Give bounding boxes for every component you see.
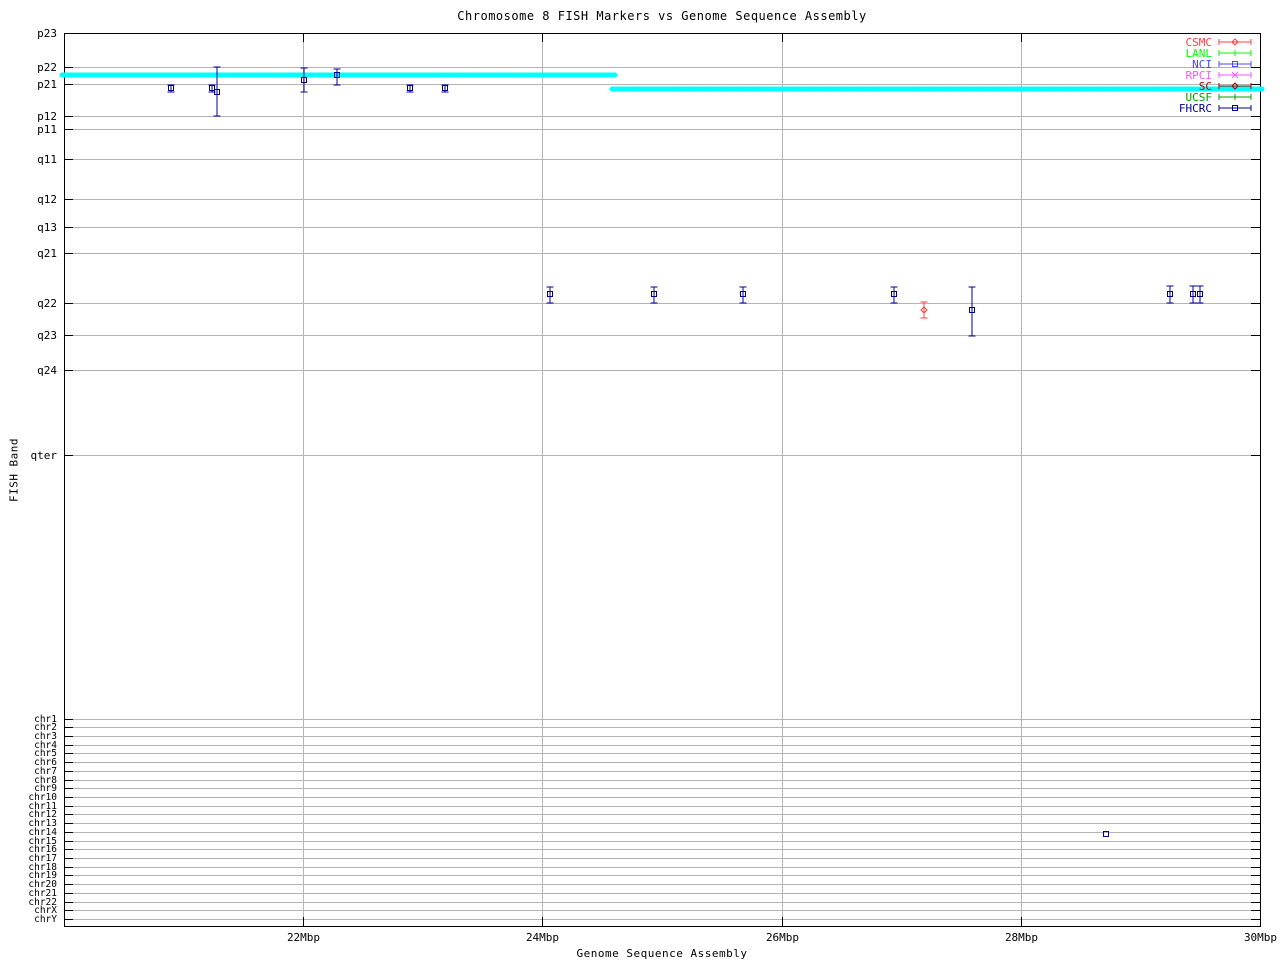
band-label: p22 bbox=[37, 61, 57, 74]
band-label: qter bbox=[31, 449, 58, 462]
plot-border bbox=[64, 33, 1261, 927]
band-label: q22 bbox=[37, 297, 57, 310]
band-label: p11 bbox=[37, 123, 57, 136]
x-tick-label: 28Mbp bbox=[1005, 931, 1038, 944]
chart-title: Chromosome 8 FISH Markers vs Genome Sequ… bbox=[457, 9, 867, 23]
band-label: p21 bbox=[37, 78, 57, 91]
x-tick-label: 22Mbp bbox=[287, 931, 320, 944]
band-label: p23 bbox=[37, 27, 57, 40]
x-tick-label: 26Mbp bbox=[766, 931, 799, 944]
band-label: q12 bbox=[37, 193, 57, 206]
x-tick-label: 30Mbp bbox=[1244, 931, 1277, 944]
legend-label: FHCRC bbox=[1179, 102, 1212, 115]
band-label: q13 bbox=[37, 221, 57, 234]
chr-label: chrY bbox=[34, 914, 57, 925]
band-label: q24 bbox=[37, 364, 57, 377]
band-label: p12 bbox=[37, 110, 57, 123]
y-axis-title: FISH Band bbox=[7, 437, 21, 503]
band-label: q23 bbox=[37, 329, 57, 342]
band-label: q11 bbox=[37, 153, 57, 166]
x-axis-title: Genome Sequence Assembly bbox=[576, 947, 748, 960]
x-tick-label: 24Mbp bbox=[526, 931, 559, 944]
band-label: q21 bbox=[37, 247, 57, 260]
fish-marker-chart: 22Mbp 24Mbp 26Mbp 28Mbp 30Mbp p23 p22 p21 p12 p11… bbox=[0, 0, 1280, 960]
plot-area: 22Mbp 24Mbp 26Mbp 28Mbp 30Mbp p23 p22 p21 p12p11… bbox=[28, 27, 1277, 944]
